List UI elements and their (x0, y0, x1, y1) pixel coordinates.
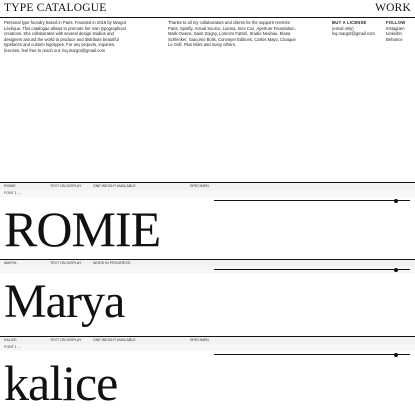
slider-knob[interactable] (394, 352, 399, 357)
work-link[interactable]: WORK (375, 2, 411, 14)
font-status: TEXT ON DISPLAY (50, 338, 82, 342)
site-title[interactable]: TYPE CATALOGUE (4, 2, 107, 14)
font-controls-bar: FONT 1 → (0, 190, 415, 197)
font-size-slider[interactable] (214, 197, 410, 204)
follow-link-behance[interactable]: Behance (386, 37, 414, 43)
slider-track (214, 354, 410, 355)
site-header: TYPE CATALOGUE WORK (4, 2, 411, 16)
font-weights: ONE WEIGHT AVAILABLE (93, 338, 136, 342)
about-text: Personal type foundry based in Paris. Fo… (4, 20, 126, 53)
font-info-bar: KALICE TEXT ON DISPLAY ONE WEIGHT AVAILA… (0, 337, 415, 344)
font-name[interactable]: MARYA (4, 260, 16, 267)
font-weights: ONE WEIGHT AVAILABLE (93, 184, 136, 188)
follow-block: FOLLOW Instagram LinkedIn Behance (386, 20, 414, 42)
font-size-label: FONT 1 → (4, 191, 22, 195)
buy-license-block: BUY A LICENSE (email only) lvq.margot@gm… (332, 20, 378, 37)
slider-knob[interactable] (394, 267, 399, 272)
font-specimen-text[interactable]: Marya (4, 278, 125, 326)
font-info-bar: ROMIE TEXT ON DISPLAY ONE WEIGHT AVAILAB… (0, 183, 415, 190)
slider-knob[interactable] (394, 198, 399, 203)
header-divider (0, 17, 415, 18)
font-name[interactable]: ROMIE (4, 183, 16, 190)
slider-track (214, 200, 410, 201)
font-specimen-text[interactable]: kalice (4, 358, 118, 408)
font-specimen-text[interactable]: ROMIE (4, 204, 161, 254)
specimen-link[interactable]: SPECIMEN (190, 183, 209, 190)
slider-track (214, 269, 410, 270)
buy-license-email[interactable]: lvq.margot@gmail.com (332, 31, 378, 37)
font-name[interactable]: KALICE (4, 337, 17, 344)
font-size-slider[interactable] (214, 266, 410, 273)
font-status: TEXT ON DISPLAY (50, 261, 82, 265)
thanks-text: Thanks to all my collaborators and clien… (168, 20, 296, 48)
font-controls-bar: FONT 1 → (0, 344, 415, 351)
specimen-link[interactable]: SPECIMEN (190, 337, 209, 344)
font-size-label: FONT 1 → (4, 345, 22, 349)
font-status: TEXT ON DISPLAY (50, 184, 82, 188)
font-weights: WORK IN PROGRESS (93, 261, 131, 265)
font-size-slider[interactable] (214, 351, 410, 358)
